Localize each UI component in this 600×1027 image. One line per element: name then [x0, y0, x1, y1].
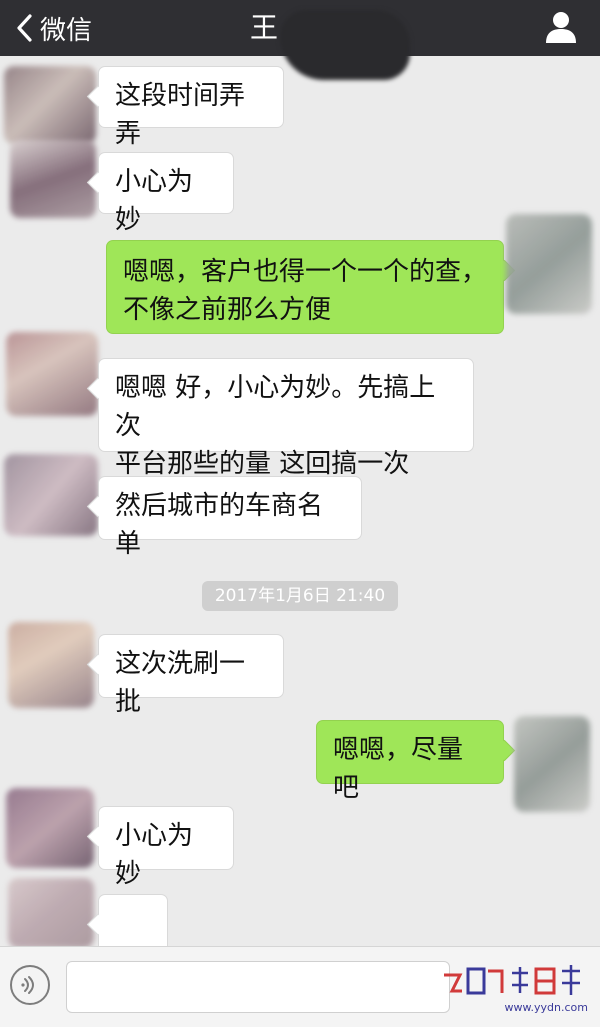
self-avatar[interactable] — [506, 214, 592, 314]
contact-avatar[interactable] — [4, 66, 96, 144]
back-button[interactable]: 微信 — [12, 8, 92, 48]
contact-avatar[interactable] — [8, 622, 94, 708]
contact-info-icon[interactable] — [544, 10, 578, 44]
message-bubble-incoming[interactable]: 然后城市的车商名单 — [98, 476, 362, 559]
navigation-bar: 微信 王 — [0, 0, 600, 80]
contact-avatar[interactable] — [8, 878, 94, 948]
voice-icon — [21, 976, 34, 994]
message-bubble-outgoing[interactable]: 嗯嗯，尽量吧 — [316, 720, 504, 803]
watermark-url: www.yydn.com — [504, 1001, 588, 1014]
chat-screen: 微信 王 这段时间弄弄 小心为妙 嗯嗯，客户也得一个一个的查， 不像之前那么方便… — [0, 0, 600, 1027]
message-timestamp: 2017年1月6日 21:40 — [202, 581, 398, 611]
message-bubble-incoming[interactable]: 这段时间弄弄 — [98, 66, 284, 149]
back-label: 微信 — [40, 15, 93, 46]
message-bubble-outgoing[interactable]: 嗯嗯，客户也得一个一个的查， 不像之前那么方便 — [106, 240, 504, 334]
contact-avatar[interactable] — [10, 140, 96, 218]
message-list[interactable]: 这段时间弄弄 小心为妙 嗯嗯，客户也得一个一个的查， 不像之前那么方便 嗯嗯 好… — [0, 56, 600, 1022]
message-bubble-sticker[interactable] — [98, 894, 168, 1022]
contact-avatar[interactable] — [6, 332, 98, 416]
contact-avatar[interactable] — [4, 454, 98, 536]
chevron-left-icon — [17, 14, 32, 42]
input-bar: www.yydn.com — [0, 946, 600, 1027]
message-bubble-incoming[interactable]: 嗯嗯 好，小心为妙。先搞上次 平台那些的量 这回搞一次 — [98, 358, 474, 479]
message-bubble-incoming[interactable]: 这次洗刷一批 — [98, 634, 284, 717]
contact-avatar[interactable] — [6, 788, 94, 868]
chat-title: 王 — [250, 11, 279, 44]
message-input[interactable] — [66, 961, 450, 1013]
message-bubble-incoming[interactable]: 小心为妙 — [98, 806, 234, 889]
voice-button[interactable] — [10, 965, 50, 1005]
self-avatar[interactable] — [514, 716, 590, 812]
message-bubble-incoming[interactable]: 小心为妙 — [98, 152, 234, 235]
